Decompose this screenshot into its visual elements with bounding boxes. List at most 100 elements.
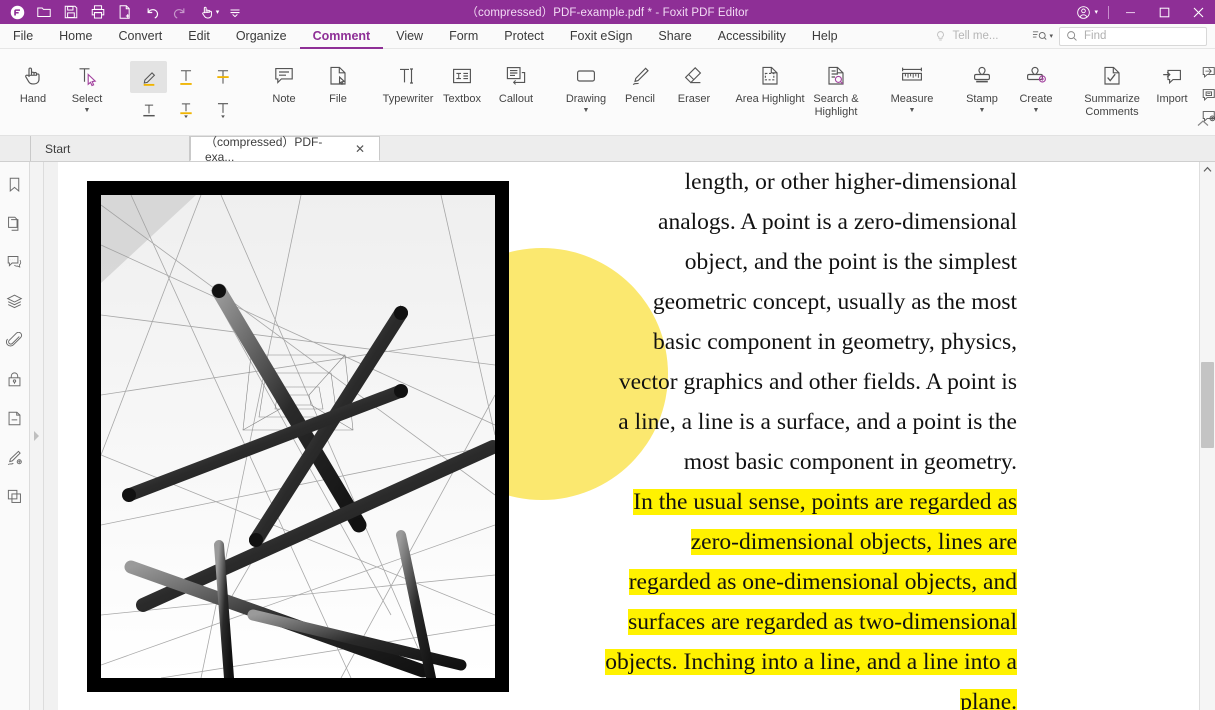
squiggly-tool-button[interactable] bbox=[130, 93, 167, 125]
area-highlight-button[interactable]: Area Highlight bbox=[737, 55, 803, 117]
menu-share[interactable]: Share bbox=[645, 24, 704, 49]
tab-start[interactable]: Start bbox=[30, 136, 190, 161]
measure-caret-icon[interactable]: ▼ bbox=[909, 107, 916, 114]
tab-close-icon[interactable]: ✕ bbox=[355, 142, 365, 156]
ribbon-group-text-markup bbox=[124, 49, 247, 135]
paragraph-highlighted[interactable]: In the usual sense, points are regarded … bbox=[605, 482, 1017, 710]
menu-help[interactable]: Help bbox=[799, 24, 851, 49]
menu-accessibility[interactable]: Accessibility bbox=[705, 24, 799, 49]
stamp-icon bbox=[970, 61, 994, 91]
sidebar-item-bookmarks[interactable] bbox=[3, 172, 27, 196]
menu-bar-right: Tell me... ▾ Find bbox=[934, 27, 1215, 46]
area-highlight-icon bbox=[758, 61, 782, 91]
drawing-caret-icon[interactable]: ▼ bbox=[583, 107, 590, 114]
menu-organize[interactable]: Organize bbox=[223, 24, 300, 49]
strikeout-tool-button[interactable] bbox=[204, 61, 241, 93]
insert-text-tool-button[interactable] bbox=[204, 93, 241, 125]
eraser-button[interactable]: Eraser bbox=[667, 55, 721, 117]
redo-icon[interactable] bbox=[166, 1, 192, 23]
select-tool-button[interactable]: Select ▼ bbox=[60, 55, 114, 117]
menu-file[interactable]: File bbox=[0, 24, 46, 49]
import-comments-button[interactable]: Import bbox=[1145, 55, 1199, 117]
highlighted-text[interactable]: In the usual sense, points are regarded … bbox=[605, 489, 1017, 710]
import-icon bbox=[1160, 61, 1184, 91]
menu-view[interactable]: View bbox=[383, 24, 436, 49]
titlebar-divider bbox=[1108, 6, 1109, 19]
close-button[interactable] bbox=[1181, 0, 1215, 24]
navigation-expand-button[interactable] bbox=[30, 162, 44, 710]
menu-convert[interactable]: Convert bbox=[106, 24, 176, 49]
foxit-logo-icon[interactable] bbox=[4, 1, 30, 23]
ribbon-group-tools: Hand Select ▼ bbox=[0, 49, 120, 135]
sidebar-item-digital-signatures[interactable] bbox=[3, 445, 27, 469]
drawing-button[interactable]: Drawing ▼ bbox=[559, 55, 613, 117]
typewriter-label: Typewriter bbox=[379, 93, 437, 106]
menu-form[interactable]: Form bbox=[436, 24, 491, 49]
sidebar-item-comments[interactable] bbox=[3, 250, 27, 274]
hand-tool-button[interactable]: Hand bbox=[6, 55, 60, 117]
sidebar-item-security[interactable] bbox=[3, 367, 27, 391]
typewriter-icon bbox=[396, 61, 420, 91]
customize-qat-icon[interactable] bbox=[226, 1, 244, 23]
vertical-scrollbar[interactable] bbox=[1199, 162, 1215, 710]
menu-home[interactable]: Home bbox=[46, 24, 105, 49]
hand-tool-icon[interactable]: ▾ bbox=[193, 1, 225, 23]
collapse-ribbon-icon[interactable] bbox=[1197, 119, 1209, 131]
export-comments-button[interactable]: ▾ bbox=[1199, 63, 1215, 82]
drawing-label: Drawing bbox=[557, 93, 615, 106]
highlight-tool-button[interactable] bbox=[130, 61, 167, 93]
measure-button[interactable]: Measure ▼ bbox=[885, 55, 939, 117]
typewriter-button[interactable]: Typewriter bbox=[381, 55, 435, 117]
find-input[interactable]: Find bbox=[1059, 27, 1207, 46]
tab-start-label: Start bbox=[45, 142, 70, 156]
sidebar-item-fields[interactable] bbox=[3, 406, 27, 430]
stamp-caret-icon[interactable]: ▼ bbox=[979, 107, 986, 114]
summarize-comments-button[interactable]: Summarize Comments bbox=[1079, 55, 1145, 118]
eraser-label: Eraser bbox=[665, 93, 723, 106]
maximize-button[interactable] bbox=[1147, 0, 1181, 24]
create-stamp-caret-icon[interactable]: ▼ bbox=[1033, 107, 1040, 114]
scroll-up-button[interactable] bbox=[1200, 162, 1215, 177]
menu-protect[interactable]: Protect bbox=[491, 24, 557, 49]
comments-list-button[interactable] bbox=[1199, 85, 1215, 104]
select-tool-caret-icon[interactable]: ▼ bbox=[84, 107, 91, 114]
menu-edit[interactable]: Edit bbox=[175, 24, 223, 49]
ribbon-group-manage: Summarize Comments Import ▾ ▾ bbox=[1073, 49, 1215, 135]
pdf-page[interactable]: length, or other higher-dimensional anal… bbox=[58, 162, 1199, 710]
menu-comment[interactable]: Comment bbox=[300, 24, 384, 49]
create-stamp-icon bbox=[1024, 61, 1048, 91]
search-highlight-button[interactable]: Search & Highlight bbox=[803, 55, 869, 118]
scrollbar-thumb[interactable] bbox=[1201, 362, 1214, 448]
tab-pdf-example[interactable]: （compressed）PDF-exa... ✕ bbox=[190, 136, 380, 161]
callout-button[interactable]: Callout bbox=[489, 55, 543, 117]
ribbon-group-measure: Measure ▼ bbox=[879, 49, 945, 135]
stamp-button[interactable]: Stamp ▼ bbox=[955, 55, 1009, 117]
create-stamp-button[interactable]: Create ▼ bbox=[1009, 55, 1063, 117]
minimize-button[interactable] bbox=[1113, 0, 1147, 24]
page-image[interactable] bbox=[87, 181, 509, 692]
replace-text-tool-button[interactable] bbox=[167, 93, 204, 125]
sidebar-item-page-thumbnails[interactable] bbox=[3, 211, 27, 235]
underline-tool-button[interactable] bbox=[167, 61, 204, 93]
account-button[interactable]: ▾ bbox=[1076, 5, 1104, 20]
search-options-button[interactable]: ▾ bbox=[1032, 29, 1053, 43]
file-attach-button[interactable]: File bbox=[311, 55, 365, 117]
open-icon[interactable] bbox=[31, 1, 57, 23]
menu-foxit-esign[interactable]: Foxit eSign bbox=[557, 24, 646, 49]
undo-icon[interactable] bbox=[139, 1, 165, 23]
ribbon-toolbar: Hand Select ▼ bbox=[0, 49, 1215, 136]
note-tool-button[interactable]: Note bbox=[257, 55, 311, 117]
sidebar-item-stamps[interactable] bbox=[3, 484, 27, 508]
sidebar-item-attachments[interactable] bbox=[3, 328, 27, 352]
hand-tool-label: Hand bbox=[4, 93, 62, 106]
sidebar-item-layers[interactable] bbox=[3, 289, 27, 313]
pencil-button[interactable]: Pencil bbox=[613, 55, 667, 117]
tell-me-search[interactable]: Tell me... bbox=[934, 30, 1026, 43]
create-pdf-icon[interactable] bbox=[112, 1, 138, 23]
document-tab-bar: Start （compressed）PDF-exa... ✕ bbox=[0, 136, 1215, 162]
save-icon[interactable] bbox=[58, 1, 84, 23]
textbox-button[interactable]: Textbox bbox=[435, 55, 489, 117]
print-icon[interactable] bbox=[85, 1, 111, 23]
page-text-column[interactable]: length, or other higher-dimensional anal… bbox=[605, 162, 1017, 710]
viewer-left-margin bbox=[44, 162, 58, 710]
